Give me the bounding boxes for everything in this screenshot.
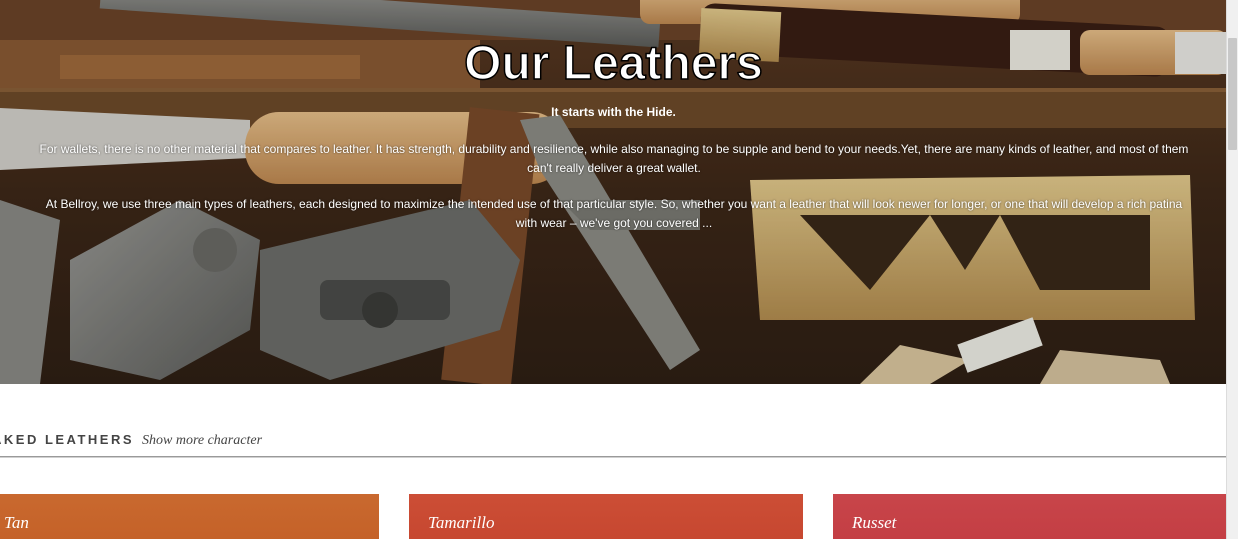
swatch-card-russet[interactable]: Russet — [833, 494, 1227, 539]
page-title: Our Leathers — [463, 36, 763, 91]
vertical-scrollbar[interactable] — [1226, 0, 1238, 539]
scrollbar-thumb[interactable] — [1228, 38, 1237, 150]
section-tagline: Show more character — [142, 433, 263, 448]
bellroy-paragraph: At Bellroy, we use three main types of l… — [45, 197, 1183, 230]
hero-subtitle: It starts with the Hide. — [551, 105, 676, 119]
page: Our Leathers It starts with the Hide. Fo… — [0, 0, 1238, 539]
swatch-label: Russet — [852, 513, 897, 532]
swatch-card-tamarillo[interactable]: Tamarillo — [409, 494, 803, 539]
section-header: AKED LEATHERS Show more character — [0, 432, 1227, 458]
section-title: AKED LEATHERS — [0, 432, 135, 447]
swatch-label: Tan — [4, 513, 29, 532]
intro-paragraph: For wallets, there is no other material … — [39, 142, 1189, 175]
swatch-label: Tamarillo — [428, 513, 495, 532]
section-divider — [0, 456, 1227, 458]
swatch-card-tan[interactable]: Tan — [0, 494, 379, 539]
hero-banner: Our Leathers It starts with the Hide. Fo… — [0, 0, 1227, 384]
